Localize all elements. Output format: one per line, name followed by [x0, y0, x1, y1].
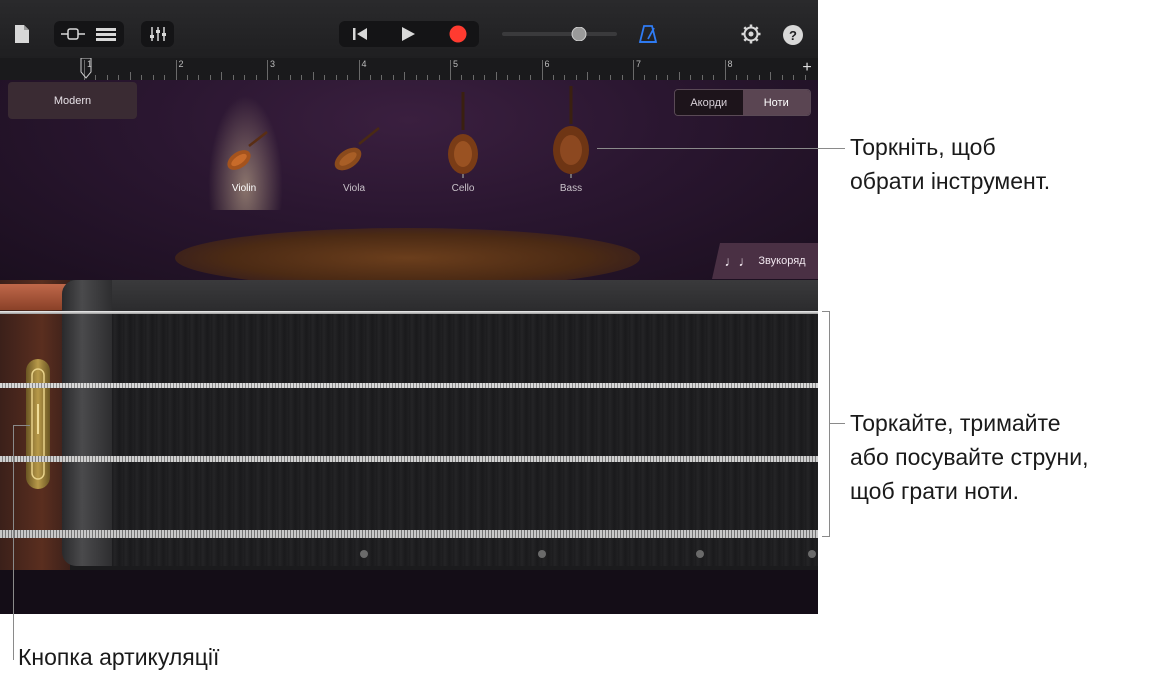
string-2[interactable] [0, 383, 818, 388]
garageband-screen: ? 12345678 + Modern Акорди Ноти Violin V… [0, 0, 818, 614]
playhead-icon[interactable] [80, 58, 92, 80]
mixer-icon[interactable] [143, 23, 173, 45]
ruler-minor-tick [404, 72, 406, 80]
instrument-violin[interactable]: Violin [214, 128, 274, 194]
callout-text: Торкніть, щоб [850, 134, 996, 160]
fret-marker [360, 550, 368, 558]
mode-notes-tab[interactable]: Ноти [742, 90, 810, 115]
mode-segmented-control: Акорди Ноти [674, 89, 811, 116]
callout-line-articulation [13, 425, 14, 660]
ruler-bar-tick [358, 60, 360, 80]
cello-icon [448, 92, 478, 178]
fingerboard [112, 280, 818, 566]
string-3[interactable] [0, 456, 818, 462]
fret-marker [808, 550, 816, 558]
callout-text: щоб грати ноти. [850, 478, 1020, 504]
viola-icon [334, 127, 380, 171]
volume-slider[interactable] [502, 27, 617, 41]
string-4[interactable] [0, 530, 818, 538]
callout-strings: Торкайте, тримайте або посувайте струни,… [850, 406, 1088, 508]
string-1[interactable] [0, 311, 818, 314]
callout-instrument: Торкніть, щоб обрати інструмент. [850, 130, 1050, 198]
fretboard[interactable] [0, 280, 818, 570]
callout-line-articulation-tick [13, 425, 30, 426]
ruler-minor-tick [495, 72, 497, 80]
ruler-bar-number: 3 [270, 59, 276, 69]
fret-marker [538, 550, 546, 558]
instrument-nut [62, 280, 112, 566]
callout-text: або посувайте струни, [850, 444, 1089, 470]
help-icon[interactable]: ? [783, 25, 803, 45]
callout-line-strings [829, 423, 845, 424]
toolbar: ? [0, 0, 818, 58]
callout-text: Торкайте, тримайте [850, 410, 1061, 436]
ruler-minor-tick [770, 72, 772, 80]
ruler-bar-tick [175, 60, 177, 80]
instrument-body-edge [0, 284, 70, 310]
ruler-bar-number: 6 [544, 59, 550, 69]
ruler-minor-tick [312, 72, 314, 80]
ruler-bar-tick [633, 60, 634, 80]
instrument-label: Bass [559, 183, 583, 194]
fingerboard-edge [112, 280, 818, 312]
fret-marker [696, 550, 704, 558]
settings-icon[interactable] [740, 23, 762, 45]
ruler-minor-tick [587, 72, 589, 80]
play-icon[interactable] [389, 22, 427, 46]
callout-bracket-top [822, 311, 830, 312]
tracks-view-icon[interactable] [57, 23, 89, 45]
ruler-bar-tick [450, 60, 451, 80]
ruler-bar-number: 5 [453, 59, 459, 69]
violin-icon [227, 131, 268, 170]
callout-bracket-bottom [822, 536, 830, 537]
instrument-label: Viola [342, 183, 366, 194]
instrument-viola[interactable]: Viola [324, 124, 384, 194]
list-view-icon[interactable] [91, 23, 121, 45]
ruler-bar-number: 8 [727, 59, 733, 69]
timeline-ruler[interactable]: 12345678 + [0, 58, 818, 81]
callout-text: обрати інструмент. [850, 168, 1051, 194]
ruler-minor-tick [129, 72, 131, 80]
ruler-bar-tick [724, 60, 726, 80]
callout-line-instrument [597, 148, 845, 149]
preset-button[interactable]: Modern [8, 82, 137, 119]
bass-icon [553, 86, 589, 178]
ruler-minor-tick [221, 72, 223, 80]
record-icon[interactable] [439, 22, 477, 46]
ruler-minor-tick [678, 72, 680, 80]
stage-floor [175, 228, 640, 288]
ruler-bar-tick [267, 60, 268, 80]
instrument-label: Violin [231, 183, 257, 194]
new-document-icon[interactable] [12, 22, 32, 46]
instrument-bass[interactable]: Bass [541, 84, 601, 194]
notes-icon: ♩♩ [724, 253, 753, 269]
articulation-button[interactable] [26, 359, 50, 489]
callout-articulation: Кнопка артикуляції [18, 644, 220, 670]
metronome-icon[interactable] [636, 22, 660, 46]
instrument-label: Cello [451, 183, 475, 194]
rewind-icon[interactable] [341, 22, 379, 46]
add-section-button[interactable]: + [798, 59, 816, 79]
mode-chords-tab[interactable]: Акорди [675, 90, 743, 115]
ruler-bar-number: 7 [636, 59, 642, 69]
screen-bottom [0, 570, 818, 614]
callout-bracket-strings [829, 311, 830, 537]
instrument-cello[interactable]: Cello [433, 90, 493, 194]
ruler-bar-number: 4 [361, 59, 367, 69]
ruler-bar-tick [541, 60, 543, 80]
scale-button-label: Звукоряд [758, 255, 806, 267]
scale-button[interactable]: ♩♩ Звукоряд [712, 243, 818, 279]
ruler-bar-number: 2 [178, 59, 184, 69]
